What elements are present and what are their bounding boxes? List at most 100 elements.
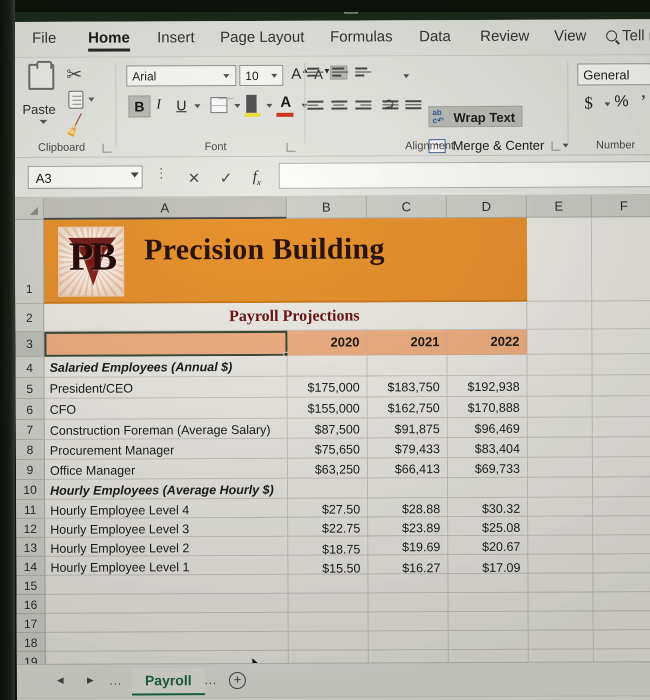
cell-b16[interactable]	[288, 593, 369, 613]
ribbon-tab-formulas[interactable]: Formulas	[330, 28, 393, 48]
ribbon-tab-review[interactable]: Review	[480, 28, 529, 48]
cell-c11[interactable]: $28.88	[368, 498, 449, 518]
font-size-caret-icon[interactable]	[271, 73, 278, 78]
cell-c9[interactable]: $66,413	[367, 458, 449, 479]
row-label-hourly-level-1[interactable]: Hourly Employee Level 1	[45, 555, 289, 576]
align-bottom-icon[interactable]	[355, 67, 372, 81]
copy-dropdown-caret-icon[interactable]	[88, 97, 95, 102]
subtitle-cell[interactable]: Payroll Projections	[44, 301, 528, 332]
cell-d16[interactable]	[448, 592, 529, 613]
cell-b17[interactable]	[288, 612, 369, 632]
year-header-2021[interactable]: 2021	[367, 330, 448, 356]
bold-button[interactable]: B	[128, 95, 151, 118]
cell-c8[interactable]: $79,433	[367, 438, 448, 459]
cell-c15[interactable]	[368, 574, 449, 594]
column-header-b[interactable]: B	[286, 196, 367, 219]
cell-d6[interactable]: $170,888	[447, 396, 528, 419]
row-header-5[interactable]: 5	[15, 377, 45, 399]
cell-c7[interactable]: $91,875	[367, 418, 448, 439]
tell-me-search[interactable]: Tell m	[606, 27, 650, 44]
borders-icon[interactable]	[210, 97, 228, 114]
row-header-8[interactable]: 8	[15, 439, 45, 460]
cell-a15[interactable]	[45, 574, 289, 595]
year-header-2020[interactable]: 2020	[287, 330, 368, 356]
cell-d17[interactable]	[448, 611, 529, 632]
comma-format-button[interactable]: ’	[640, 91, 646, 112]
row-label-hourly-level-2[interactable]: Hourly Employee Level 2	[45, 536, 289, 557]
row-header-19[interactable]: 19	[16, 651, 46, 664]
underline-caret-icon[interactable]	[194, 104, 201, 109]
cell-b14[interactable]: $15.50	[288, 555, 369, 575]
cell-b18[interactable]	[288, 631, 369, 651]
formula-bar-handle[interactable]: ⋮	[155, 165, 168, 180]
merge-center-caret-icon[interactable]	[562, 143, 569, 148]
ribbon-tab-home[interactable]: Home	[88, 29, 130, 49]
cell-d11[interactable]: $30.32	[448, 497, 529, 518]
cell-d8[interactable]: $83,404	[447, 437, 528, 459]
cell-d18[interactable]	[448, 630, 529, 651]
underline-button[interactable]: U	[176, 97, 186, 113]
font-color-icon[interactable]: A	[280, 94, 291, 111]
fill-color-caret-icon[interactable]	[266, 103, 273, 108]
column-header-c[interactable]: C	[366, 196, 447, 219]
percent-format-button[interactable]: %	[614, 93, 628, 111]
row-header-14[interactable]: 14	[16, 556, 46, 576]
cell-d9[interactable]: $69,733	[447, 457, 529, 479]
row-header-3[interactable]: 3	[15, 331, 45, 357]
cell-b11[interactable]: $27.50	[288, 498, 369, 518]
alignment-dialog-launcher[interactable]	[551, 141, 561, 151]
font-name-input[interactable]: Arial	[126, 65, 237, 87]
cell-c13[interactable]: $19.69	[368, 536, 449, 556]
cell-c18[interactable]	[368, 631, 449, 651]
currency-format-button[interactable]: $	[584, 93, 593, 113]
ribbon-tab-page-layout[interactable]: Page Layout	[220, 29, 304, 49]
cell-d12[interactable]: $25.08	[448, 516, 529, 537]
section-heading-hourly[interactable]: Hourly Employees (Average Hourly $)	[45, 478, 289, 500]
font-name-caret-icon[interactable]	[223, 74, 230, 79]
row-header-17[interactable]: 17	[16, 613, 46, 633]
enter-icon[interactable]: ✓	[220, 169, 233, 187]
row-header-13[interactable]: 13	[16, 537, 46, 557]
column-header-e[interactable]: E	[526, 195, 592, 218]
copy-icon[interactable]	[68, 90, 84, 109]
scissors-icon[interactable]: ✂	[66, 64, 82, 87]
row-label-hourly-level-4[interactable]: Hourly Employee Level 4	[45, 498, 289, 519]
paste-dropdown-caret-icon[interactable]	[39, 119, 48, 124]
borders-caret-icon[interactable]	[234, 104, 241, 109]
row-header-15[interactable]: 15	[16, 575, 46, 595]
add-sheet-button[interactable]: +	[228, 671, 246, 690]
cell-a18[interactable]	[45, 631, 289, 652]
wrap-text-button[interactable]: ab c↶ Wrap Text	[428, 105, 523, 128]
selected-cell-a3[interactable]	[44, 330, 288, 357]
row-label-procurement-manager[interactable]: Procurement Manager	[44, 438, 288, 460]
column-header-f[interactable]: F	[591, 195, 650, 218]
insert-function-icon[interactable]: fx	[253, 169, 261, 187]
align-right-icon[interactable]	[355, 100, 372, 114]
ribbon-tab-data[interactable]: Data	[419, 28, 451, 48]
clipboard-dialog-launcher[interactable]	[102, 143, 112, 153]
align-center-icon[interactable]	[331, 100, 348, 115]
format-painter-icon[interactable]: 🧹	[62, 113, 90, 140]
orientation-caret-icon[interactable]	[403, 74, 410, 79]
cell-b5[interactable]: $175,000	[287, 376, 368, 398]
font-color-swatch[interactable]	[276, 112, 294, 117]
row-label-office-manager[interactable]: Office Manager	[44, 458, 289, 480]
align-left-icon[interactable]	[307, 100, 324, 115]
ribbon-tab-view[interactable]: View	[554, 28, 586, 48]
cell-d5[interactable]: $192,938	[447, 375, 528, 398]
cell-d7[interactable]: $96,469	[447, 417, 528, 439]
cell-b6[interactable]: $155,000	[287, 397, 368, 419]
cell-d13[interactable]: $20.67	[448, 535, 529, 556]
cell-d15[interactable]	[448, 573, 529, 594]
nav-next-icon[interactable]: ►	[85, 675, 96, 687]
row-label-cfo[interactable]: CFO	[44, 397, 288, 420]
nav-prev-icon[interactable]: ◄	[55, 675, 66, 687]
cell-a16[interactable]	[45, 593, 289, 614]
cell-b9[interactable]: $63,250	[287, 458, 369, 479]
row-header-10[interactable]: 10	[16, 479, 46, 500]
ribbon-tab-insert[interactable]: Insert	[157, 29, 195, 49]
fill-color-swatch[interactable]	[244, 112, 261, 117]
row-header-6[interactable]: 6	[15, 398, 45, 420]
cell-b15[interactable]	[288, 574, 369, 594]
paste-icon[interactable]	[28, 63, 55, 90]
